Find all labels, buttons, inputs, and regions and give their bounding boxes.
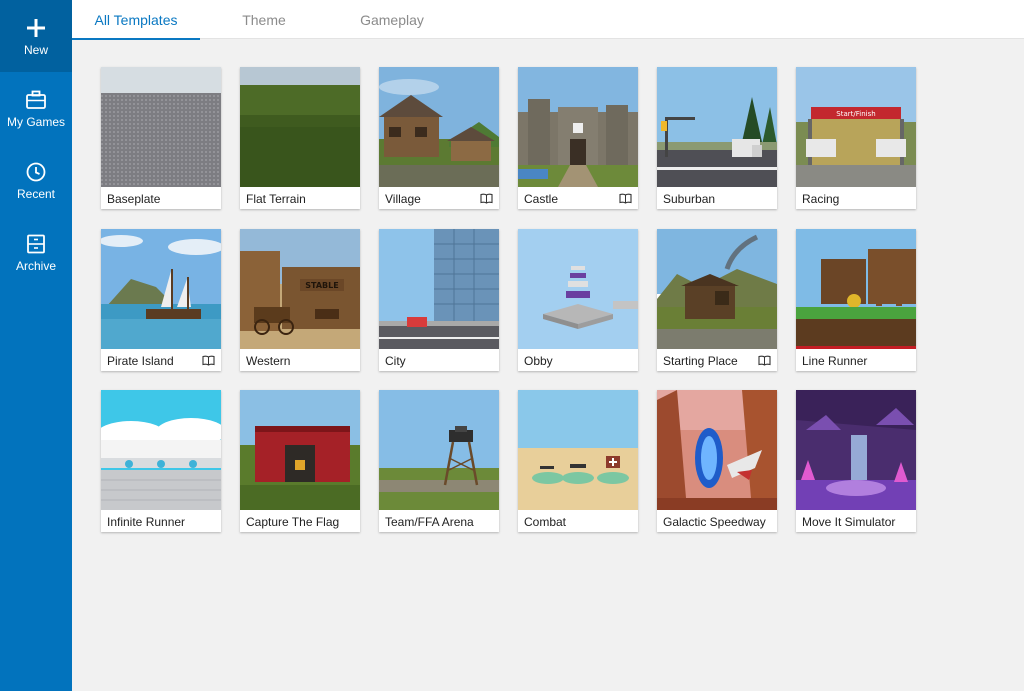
template-name: Move It Simulator [802,515,896,529]
template-card-western[interactable]: STABLE Western [240,229,360,371]
template-card-combat[interactable]: Combat [518,390,638,532]
template-card-team-ffa-arena[interactable]: Team/FFA Arena [379,390,499,532]
sidebar: New My Games Recent Archive [0,0,72,691]
template-tabs: All Templates Theme Gameplay [72,0,1024,40]
template-thumbnail [657,229,777,349]
template-thumbnail [379,67,499,187]
tab-gameplay[interactable]: Gameplay [328,0,456,39]
template-card-flat-terrain[interactable]: Flat Terrain [240,67,360,209]
template-card-line-runner[interactable]: Line Runner [796,229,916,371]
sidebar-item-archive[interactable]: Archive [0,216,72,288]
book-icon [758,355,771,366]
sidebar-item-label: Recent [16,187,56,201]
template-name: Racing [802,192,840,206]
template-name: Capture The Flag [246,515,340,529]
briefcase-icon [26,90,46,109]
sidebar-item-new[interactable]: New [0,0,72,72]
template-card-starting-place[interactable]: Starting Place [657,229,777,371]
book-icon [480,193,493,204]
template-thumbnail [240,390,360,510]
template-name: Obby [524,354,553,368]
template-thumbnail [101,67,221,187]
template-thumbnail [518,390,638,510]
template-name: Starting Place [663,354,738,368]
template-name: Village [385,192,421,206]
template-name: City [385,354,406,368]
archive-box-icon [27,234,45,254]
template-card-racing[interactable]: Start/Finish Racing [796,67,916,209]
template-card-castle[interactable]: Castle [518,67,638,209]
template-name: Line Runner [802,354,868,368]
sidebar-item-recent[interactable]: Recent [0,144,72,216]
template-thumbnail [657,67,777,187]
template-thumbnail [240,67,360,187]
western-sign-text: STABLE [305,281,338,290]
template-thumbnail [379,229,499,349]
template-name: Western [246,354,291,368]
racing-banner-text: Start/Finish [836,110,875,118]
template-card-infinite-runner[interactable]: Infinite Runner [101,390,221,532]
book-icon [619,193,632,204]
template-thumbnail [796,229,916,349]
template-card-city[interactable]: City [379,229,499,371]
template-name: Galactic Speedway [663,515,766,529]
tab-all-templates[interactable]: All Templates [72,0,200,40]
template-card-pirate-island[interactable]: Pirate Island [101,229,221,371]
template-card-village[interactable]: Village [379,67,499,209]
template-thumbnail [379,390,499,510]
sidebar-item-label: Archive [15,259,56,273]
template-card-galactic-speedway[interactable]: Galactic Speedway [657,390,777,532]
template-thumbnail [101,390,221,510]
template-thumbnail [101,229,221,349]
template-card-suburban[interactable]: Suburban [657,67,777,209]
book-icon [202,355,215,366]
template-card-move-it-simulator[interactable]: Move It Simulator [796,390,916,532]
template-thumbnail [796,390,916,510]
template-thumbnail: Start/Finish [796,67,916,187]
template-name: Team/FFA Arena [385,515,474,529]
template-thumbnail [518,229,638,349]
template-name: Flat Terrain [246,192,306,206]
sidebar-item-label: New [23,43,48,57]
template-name: Suburban [663,192,716,206]
sidebar-item-my-games[interactable]: My Games [0,72,72,144]
template-thumbnail: STABLE [240,229,360,349]
sidebar-item-label: My Games [6,115,65,129]
template-card-obby[interactable]: Obby [518,229,638,371]
template-thumbnail [518,67,638,187]
template-name: Pirate Island [107,354,174,368]
tab-theme[interactable]: Theme [200,0,328,39]
template-name: Baseplate [107,192,161,206]
template-name: Combat [524,515,567,529]
template-name: Castle [524,192,559,206]
template-card-capture-the-flag[interactable]: Capture The Flag [240,390,360,532]
template-thumbnail [657,390,777,510]
clock-icon [26,162,46,182]
template-name: Infinite Runner [107,515,186,529]
template-card-baseplate[interactable]: Baseplate [101,67,221,209]
plus-icon [27,19,45,37]
